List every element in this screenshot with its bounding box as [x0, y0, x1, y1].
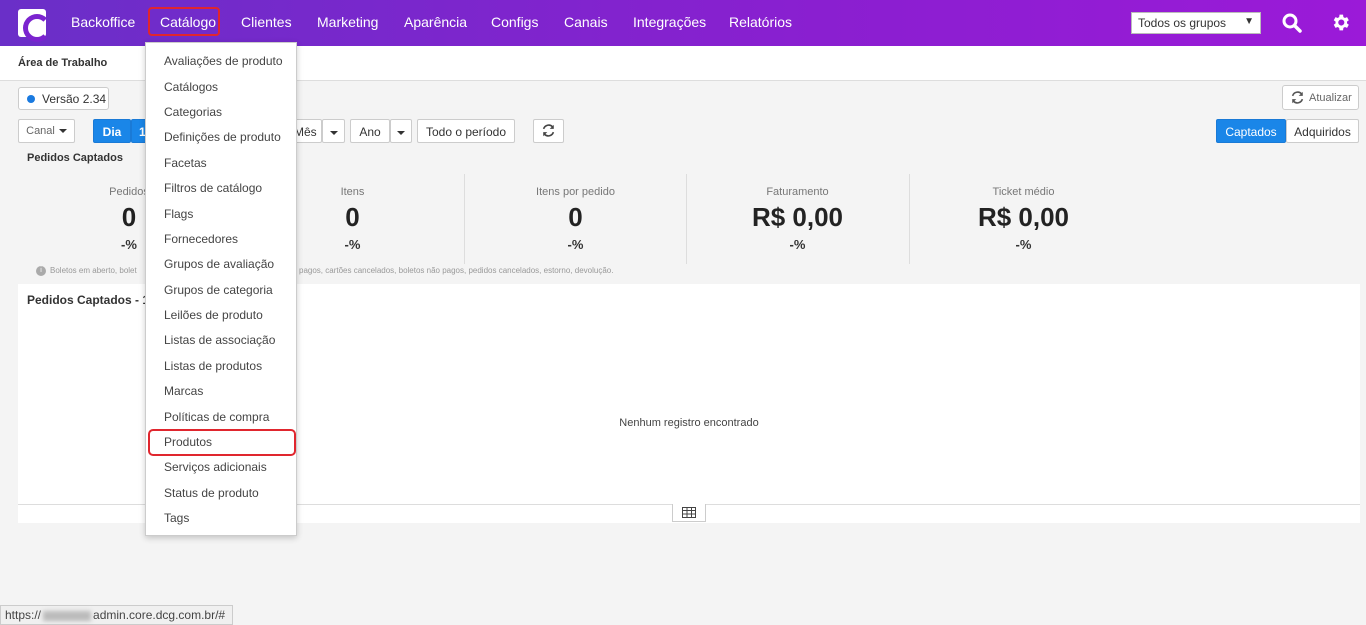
period-dia-button[interactable]: Dia	[93, 119, 131, 143]
metric-percent: -%	[789, 237, 806, 252]
nav-integracoes[interactable]: Integrações	[633, 14, 706, 30]
menu-item-filtros-de-catalogo[interactable]: Filtros de catálogo	[164, 181, 262, 195]
info-icon: i	[36, 266, 46, 276]
version-badge: Versão 2.34	[18, 87, 109, 110]
period-ano-button[interactable]: Ano	[350, 119, 390, 143]
menu-item-status-de-produto[interactable]: Status de produto	[164, 486, 259, 500]
status-url-prefix: https://	[5, 608, 42, 622]
catalogo-dropdown-menu: Avaliações de produto Catálogos Categori…	[145, 42, 297, 536]
panel-title: Pedidos Captados - 13	[27, 293, 156, 307]
period-dia-label: Dia	[102, 125, 122, 139]
refresh-button[interactable]: Atualizar	[1282, 85, 1359, 110]
redacted-block	[43, 610, 92, 621]
metric-value: 0	[568, 202, 583, 232]
refresh-label: Atualizar	[1309, 92, 1352, 104]
group-select-value: Todos os grupos	[1138, 16, 1227, 30]
metric-value: R$ 0,00	[751, 202, 844, 232]
menu-item-grupos-de-categoria[interactable]: Grupos de categoria	[164, 283, 273, 297]
status-dot-icon	[27, 95, 35, 103]
section-title: Pedidos Captados	[27, 152, 123, 164]
nav-catalogo-highlight	[148, 7, 220, 36]
refresh-icon	[542, 124, 555, 137]
period-mes-label: Mês	[294, 125, 317, 139]
metric-itens-por-pedido: Itens por pedido 0 -%	[464, 174, 686, 264]
metric-value: R$ 0,00	[977, 202, 1070, 232]
menu-item-catalogos[interactable]: Catálogos	[164, 80, 218, 94]
nav-relatorios[interactable]: Relatórios	[729, 14, 792, 30]
info-note: i Boletos em aberto, bolet	[36, 266, 137, 276]
menu-item-listas-de-produtos[interactable]: Listas de produtos	[164, 359, 262, 373]
menu-item-leiloes-de-produto[interactable]: Leilões de produto	[164, 308, 263, 322]
search-icon[interactable]	[1282, 13, 1302, 33]
period-mes-caret-button[interactable]	[322, 119, 345, 143]
period-ano-caret-button[interactable]	[390, 119, 412, 143]
info-note-right-text: pagos, cartões cancelados, boletos não p…	[299, 266, 614, 275]
period-todo-label: Todo o período	[425, 125, 507, 139]
period-ano-label: Ano	[359, 125, 381, 139]
menu-item-flags[interactable]: Flags	[164, 207, 193, 221]
menu-item-definicoes-de-produto[interactable]: Definições de produto	[164, 130, 281, 144]
menu-item-facetas[interactable]: Facetas	[164, 156, 207, 170]
canal-label: Canal	[26, 125, 55, 137]
status-url-suffix: admin.core.dcg.com.br/#	[93, 608, 226, 622]
metric-percent: -%	[567, 237, 584, 252]
top-nav-bar: Backoffice Catálogo Clientes Marketing A…	[0, 0, 1366, 46]
metric-label: Itens por pedido	[536, 186, 615, 198]
nav-canais[interactable]: Canais	[564, 14, 608, 30]
menu-item-fornecedores[interactable]: Fornecedores	[164, 232, 238, 246]
info-note-left: Boletos em aberto, bolet	[50, 266, 137, 276]
menu-item-politicas-de-compra[interactable]: Políticas de compra	[164, 410, 269, 424]
nav-clientes[interactable]: Clientes	[241, 14, 292, 30]
canal-dropdown[interactable]: Canal	[18, 119, 75, 143]
caret-down-icon	[58, 129, 67, 134]
chevron-down-icon: ▼	[1244, 16, 1254, 27]
nav-marketing[interactable]: Marketing	[317, 14, 378, 30]
version-label: Versão 2.34	[42, 92, 107, 106]
metric-percent: -%	[1015, 237, 1032, 252]
adquiridos-label: Adquiridos	[1294, 125, 1351, 139]
metric-label: Ticket médio	[992, 186, 1055, 198]
period-todo-button[interactable]: Todo o período	[417, 119, 515, 143]
captados-label: Captados	[1225, 125, 1277, 139]
captados-toggle[interactable]: Captados	[1216, 119, 1286, 143]
menu-item-avaliacoes-de-produto[interactable]: Avaliações de produto	[164, 54, 283, 68]
nav-aparencia[interactable]: Aparência	[404, 14, 467, 30]
filter-refresh-button[interactable]	[533, 119, 564, 143]
caret-down-icon	[329, 130, 338, 135]
caret-down-icon	[397, 130, 405, 135]
nav-configs[interactable]: Configs	[491, 14, 538, 30]
menu-item-categorias[interactable]: Categorias	[164, 105, 222, 119]
menu-item-servicos-adicionais[interactable]: Serviços adicionais	[164, 460, 267, 474]
menu-item-produtos[interactable]: Produtos	[164, 435, 212, 449]
menu-item-marcas[interactable]: Marcas	[164, 384, 203, 398]
browser-status-bar: https:// admin.core.dcg.com.br/#	[0, 605, 233, 625]
logo-icon[interactable]	[18, 9, 51, 42]
group-select[interactable]: Todos os grupos ▼	[1131, 12, 1261, 34]
table-view-button[interactable]	[672, 504, 706, 522]
metric-ticket-medio: Ticket médio R$ 0,00 -%	[909, 174, 1137, 264]
table-icon	[682, 507, 696, 518]
adquiridos-toggle[interactable]: Adquiridos	[1286, 119, 1359, 143]
menu-item-listas-de-associacao[interactable]: Listas de associação	[164, 333, 275, 347]
metric-faturamento: Faturamento R$ 0,00 -%	[686, 174, 908, 264]
info-note-right: pagos, cartões cancelados, boletos não p…	[299, 266, 613, 275]
nav-backoffice[interactable]: Backoffice	[71, 14, 135, 30]
metric-label: Faturamento	[766, 186, 829, 198]
refresh-icon	[1291, 91, 1304, 104]
gear-icon[interactable]	[1330, 12, 1351, 33]
menu-item-grupos-de-avaliacao[interactable]: Grupos de avaliação	[164, 257, 274, 271]
menu-item-tags[interactable]: Tags	[164, 511, 189, 525]
page-title: Área de Trabalho	[18, 57, 108, 69]
